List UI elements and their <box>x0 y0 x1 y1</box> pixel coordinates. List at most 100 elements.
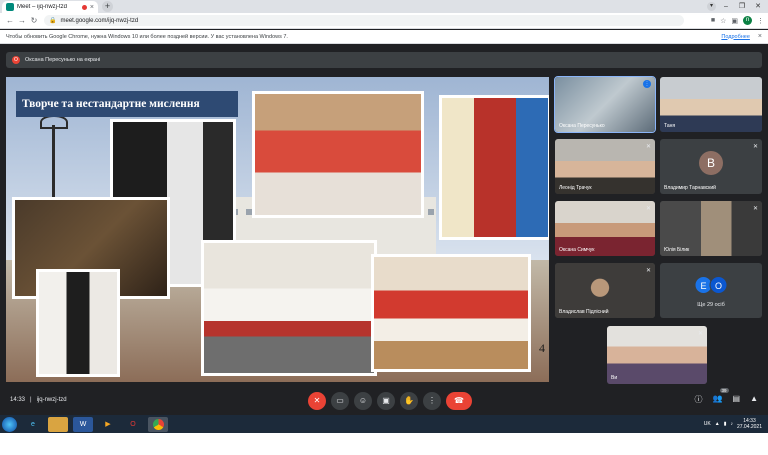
more-participants-label: Ще 29 осіб <box>697 302 725 308</box>
photo-folk-ensemble <box>371 254 531 372</box>
slide-title: Творче та нестандартне мислення <box>16 91 238 117</box>
presenter-avatar: О <box>12 56 20 64</box>
chrome-icon[interactable] <box>148 416 168 432</box>
lock-icon[interactable]: 🔒 <box>49 17 56 24</box>
call-controls: ✕ ▭ ☺ ▣ ✋ ⋮ ☎ <box>308 392 472 410</box>
tab-search-icon[interactable]: ▾ <box>707 2 716 11</box>
internet-explorer-icon[interactable]: e <box>23 417 43 432</box>
more-participants-tile[interactable]: E O Ще 29 осіб <box>660 263 762 318</box>
participant-tile[interactable]: ✕ Леонід Трачук <box>555 139 655 194</box>
language-indicator[interactable]: UK <box>704 421 711 427</box>
menu-kebab-icon[interactable]: ⋮ <box>757 17 764 25</box>
browser-toolbar: ← → ↻ 🔒 meet.google.com/ijq-nwzj-tzd ■ ☆… <box>0 13 768 29</box>
meeting-separator: | <box>30 397 32 403</box>
info-bar-close-button[interactable]: × <box>758 33 762 40</box>
presenter-bar: О Оксана Пересунько на екрані <box>6 52 762 68</box>
participant-tile[interactable]: Таня <box>660 77 762 132</box>
muted-mic-icon: ✕ <box>645 206 651 212</box>
media-player-icon[interactable]: ▶ <box>98 417 118 432</box>
more-options-button[interactable]: ⋮ <box>423 392 441 410</box>
bookmark-star-icon[interactable]: ☆ <box>720 17 726 25</box>
participant-tile[interactable]: ✕ Оксана Симчук <box>555 201 655 256</box>
extension-icon[interactable]: ▣ <box>731 17 738 25</box>
participant-name: Владимир Тарнавский <box>664 185 716 191</box>
participant-tile[interactable]: ✕ Владислав Підлісний <box>555 263 655 318</box>
maximize-icon[interactable]: ❐ <box>734 0 750 13</box>
participant-name: Оксана Пересунько <box>559 123 605 129</box>
system-tray: UK ▲ ▮ ♪ 14:33 27.04.2021 <box>704 418 768 430</box>
present-screen-button[interactable]: ▣ <box>377 392 395 410</box>
meeting-time: 14:33 <box>10 397 26 403</box>
side-panel-controls: ⓘ 👥 39 ▤ ▲ <box>695 388 758 405</box>
participant-name: Леонід Трачук <box>559 185 592 191</box>
forward-icon[interactable]: → <box>16 16 28 25</box>
file-explorer-icon[interactable] <box>48 416 68 432</box>
raise-hand-button[interactable]: ✋ <box>400 392 418 410</box>
shared-presentation: Творче та нестандартне мислення 4 <box>6 77 549 382</box>
chat-icon[interactable]: ▤ <box>733 394 741 405</box>
recording-dot-icon <box>81 4 87 10</box>
url-text: meet.google.com/ijq-nwzj-tzd <box>60 17 139 24</box>
muted-mic-icon: ✕ <box>645 144 651 150</box>
participants-count-badge: 39 <box>719 388 729 393</box>
captions-button[interactable]: ☺ <box>354 392 372 410</box>
start-button-icon[interactable] <box>2 416 17 432</box>
activities-icon[interactable]: ▲ <box>750 394 758 405</box>
participant-tile[interactable]: В ✕ Владимир Тарнавский <box>660 139 762 194</box>
screen-bottom-margin <box>0 433 768 455</box>
people-icon[interactable]: 👥 39 <box>713 388 729 405</box>
reload-icon[interactable]: ↻ <box>28 16 40 25</box>
participant-avatar: В <box>699 151 723 176</box>
participant-name: Таня <box>664 123 676 129</box>
participant-tile[interactable]: ⋮ Оксана Пересунько <box>554 76 656 133</box>
volume-icon[interactable]: ♪ <box>730 421 733 427</box>
close-window-icon[interactable]: ✕ <box>750 0 766 13</box>
opera-icon[interactable]: O <box>123 417 143 432</box>
slide-page-number: 4 <box>539 341 545 355</box>
participant-tile[interactable]: ✕ Юлія Білик <box>660 201 762 256</box>
camera-permission-icon[interactable]: ■ <box>711 17 715 24</box>
photo-girl-national-costume <box>439 95 549 240</box>
participant-avatar: O <box>709 276 728 294</box>
browser-tab-strip: Meet – ijq-nwzj-tzd × + ▾ – ❐ ✕ <box>0 0 768 13</box>
windows-taskbar: e W ▶ O UK ▲ ▮ ♪ 14:33 27.04.2021 <box>0 415 768 433</box>
system-clock[interactable]: 14:33 27.04.2021 <box>737 418 762 430</box>
minimize-icon[interactable]: – <box>718 0 734 13</box>
tab-title: Meet – ijq-nwzj-tzd <box>17 4 68 10</box>
meeting-info-icon[interactable]: ⓘ <box>695 394 703 405</box>
new-tab-button[interactable]: + <box>102 1 113 12</box>
word-icon[interactable]: W <box>73 416 93 432</box>
meeting-details: 14:33 | ijq-nwzj-tzd <box>10 397 67 403</box>
muted-mic-icon: ✕ <box>645 268 651 274</box>
presenter-label: Оксана Пересунько на екрані <box>25 57 101 63</box>
address-bar[interactable]: 🔒 meet.google.com/ijq-nwzj-tzd <box>44 15 684 26</box>
photo-dancers-red-boots <box>201 240 377 376</box>
screen: Meet – ijq-nwzj-tzd × + ▾ – ❐ ✕ ← → ↻ 🔒 … <box>0 0 768 455</box>
window-controls: – ❐ ✕ <box>718 0 766 13</box>
self-view-tile[interactable]: ✕ Ви <box>607 326 707 384</box>
participant-name: Юлія Білик <box>664 247 690 253</box>
tab-close-button[interactable]: × <box>90 4 94 11</box>
self-mic-icon: ✕ <box>697 331 703 337</box>
back-icon[interactable]: ← <box>4 16 16 25</box>
meet-favicon-icon <box>6 3 14 11</box>
meeting-code: ijq-nwzj-tzd <box>36 397 67 403</box>
participant-name: Ви <box>611 375 618 381</box>
update-info-bar: Чтобы обновить Google Chrome, нужна Wind… <box>0 30 768 44</box>
photo-girls-crafting <box>252 91 424 218</box>
participant-name: Владислав Підлісний <box>559 309 609 315</box>
learn-more-link[interactable]: Подробнее <box>721 34 750 40</box>
network-icon[interactable]: ▮ <box>724 421 727 427</box>
muted-mic-icon: ✕ <box>752 144 758 150</box>
photo-photographer-girl <box>36 269 120 377</box>
more-participants-avatars: E O <box>694 276 728 294</box>
tray-arrow-icon[interactable]: ▲ <box>715 421 720 427</box>
camera-toggle-button[interactable]: ▭ <box>331 392 349 410</box>
speaking-indicator-icon: ⋮ <box>643 80 651 88</box>
toolbar-icons: ■ ☆ ▣ n ⋮ <box>711 16 764 25</box>
microphone-toggle-button[interactable]: ✕ <box>308 392 326 410</box>
profile-avatar[interactable]: n <box>743 16 752 25</box>
info-bar-message: Чтобы обновить Google Chrome, нужна Wind… <box>6 33 288 40</box>
browser-tab-meet[interactable]: Meet – ijq-nwzj-tzd × <box>2 1 98 13</box>
leave-call-button[interactable]: ☎ <box>446 392 472 410</box>
